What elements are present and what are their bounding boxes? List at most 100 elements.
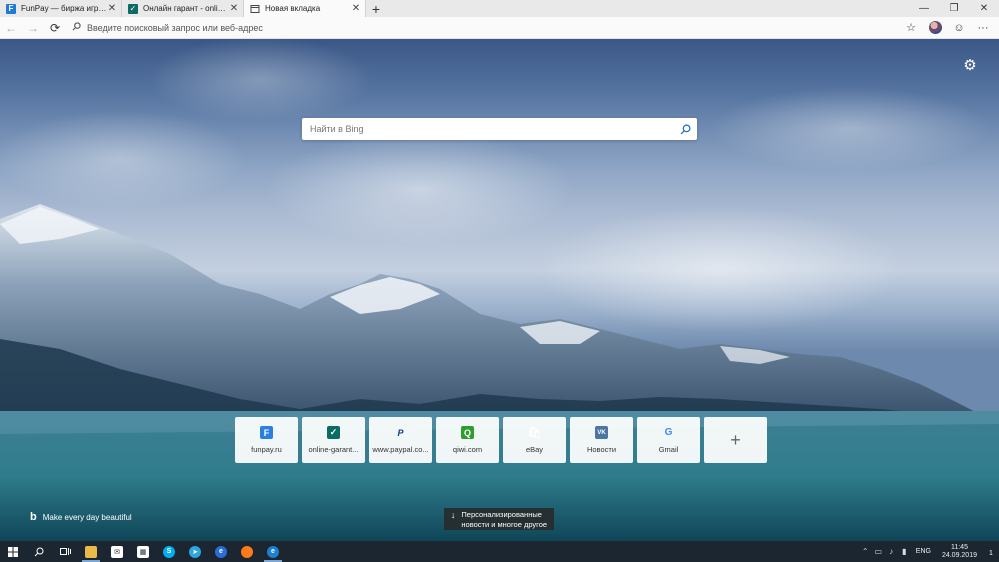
language-indicator[interactable]: ENG <box>916 548 931 555</box>
mail-icon[interactable]: ✉ <box>104 541 130 562</box>
quick-link-gmail[interactable]: G Gmail <box>637 417 700 463</box>
ebay-bag-icon: 🛍 <box>527 427 542 439</box>
tab-title: Новая вкладка <box>265 4 321 13</box>
quick-link-online-garant[interactable]: ✓ online-garant... <box>302 417 365 463</box>
online-garant-favicon-icon: ✓ <box>128 3 138 14</box>
minimize-icon[interactable]: — <box>909 0 939 17</box>
refresh-icon[interactable]: ⟳ <box>44 17 66 39</box>
store-icon[interactable]: ▦ <box>130 541 156 562</box>
plus-icon: + <box>730 429 741 450</box>
skype-icon[interactable]: S <box>156 541 182 562</box>
quick-link-funpay[interactable]: F funpay.ru <box>235 417 298 463</box>
tab-funpay[interactable]: F FunPay — биржа игровых ценностей ✕ <box>0 0 122 17</box>
folder-icon <box>85 545 97 558</box>
new-tab-favicon-icon <box>250 4 260 14</box>
quick-link-label: Gmail <box>658 445 679 454</box>
search-icon[interactable] <box>673 118 697 140</box>
envelope-icon: ✉ <box>111 545 123 558</box>
personalized-news-button[interactable]: ↓ Персонализированные новости и многое д… <box>444 508 554 530</box>
bing-tagline[interactable]: b Make every day beautiful <box>30 511 132 523</box>
bing-logo-icon: b <box>30 511 37 523</box>
edge-logo-icon: e <box>267 545 279 558</box>
task-view-icon[interactable] <box>52 541 78 562</box>
more-menu-icon[interactable]: ··· <box>971 17 995 39</box>
favorites-star-icon[interactable]: ☆ <box>899 17 923 39</box>
quick-link-label: eBay <box>525 445 544 454</box>
google-logo-icon: G <box>664 427 673 438</box>
tab-title: Онлайн гарант - online-garant.net <box>143 4 229 13</box>
quick-link-label: Новости <box>586 445 617 454</box>
funpay-logo-icon: F <box>260 426 273 439</box>
speaker-icon[interactable]: ♪ <box>885 547 898 556</box>
paypal-logo-icon: P <box>397 427 404 438</box>
tab-title: FunPay — биржа игровых ценностей <box>21 4 107 13</box>
profile-avatar[interactable] <box>923 17 947 39</box>
firefox-logo-icon <box>241 545 253 558</box>
tagline-text: Make every day beautiful <box>42 512 132 522</box>
skype-logo-icon: S <box>163 545 175 558</box>
vk-logo-icon: VK <box>595 426 608 439</box>
new-tab-button[interactable]: + <box>366 0 386 17</box>
quick-link-ebay[interactable]: 🛍 eBay <box>503 417 566 463</box>
file-explorer-icon[interactable] <box>78 541 104 562</box>
quick-link-label: qiwi.com <box>452 445 483 454</box>
back-arrow-icon[interactable]: ← <box>0 17 22 39</box>
notifications-icon[interactable]: 1 <box>983 547 999 557</box>
funpay-favicon-icon: F <box>6 3 16 14</box>
network-icon[interactable]: ▭ <box>872 547 885 556</box>
telegram-logo-icon: ➤ <box>189 545 201 558</box>
notification-count: 1 <box>989 549 993 557</box>
bing-search-input[interactable] <box>302 123 673 135</box>
new-tab-page: ⚙ F funpay.ru ✓ online-garant... P www.p… <box>0 39 999 541</box>
news-button-label: Персонализированные новости и многое дру… <box>461 510 547 530</box>
quick-link-paypal[interactable]: P www.paypal.co... <box>369 417 432 463</box>
toolbar-actions: ☆ ☺ ··· <box>899 17 995 39</box>
search-icon[interactable] <box>26 541 52 562</box>
feedback-smiley-icon[interactable]: ☺ <box>947 17 971 39</box>
quick-link-label: online-garant... <box>308 445 359 454</box>
battery-icon[interactable]: ▮ <box>898 547 911 556</box>
tab-new-tab[interactable]: Новая вкладка ✕ <box>244 0 366 17</box>
clock-date: 24.09.2019 <box>941 551 977 559</box>
windows-taskbar: ✉ ▦ S ➤ e e ⌃ ▭ ♪ ▮ ENG 11:45 24.09.2019… <box>0 541 999 562</box>
close-tab-icon[interactable]: ✕ <box>229 3 239 14</box>
browser-window: F FunPay — биржа игровых ценностей ✕ ✓ О… <box>0 0 999 562</box>
chevron-up-icon[interactable]: ⌃ <box>859 547 872 556</box>
quick-link-label: funpay.ru <box>251 445 282 454</box>
tab-strip: F FunPay — биржа игровых ценностей ✕ ✓ О… <box>0 0 999 17</box>
close-window-icon[interactable]: ✕ <box>969 0 999 17</box>
restore-icon[interactable]: ❐ <box>939 0 969 17</box>
settings-gear-icon[interactable]: ⚙ <box>963 58 977 73</box>
firefox-icon[interactable] <box>234 541 260 562</box>
close-tab-icon[interactable]: ✕ <box>107 3 117 14</box>
address-bar[interactable] <box>72 17 899 39</box>
avatar <box>928 21 942 34</box>
qiwi-logo-icon: Q <box>461 426 474 439</box>
background-landscape <box>0 204 999 541</box>
navigation-toolbar: ← → ⟳ ☆ ☺ ··· <box>0 17 999 39</box>
edge-logo-icon: e <box>215 545 227 558</box>
clock-time: 11:45 <box>950 543 968 551</box>
close-tab-icon[interactable]: ✕ <box>351 3 361 14</box>
forward-arrow-icon[interactable]: → <box>22 17 44 39</box>
bing-search-box[interactable] <box>302 118 697 140</box>
system-tray: ⌃ ▭ ♪ ▮ ENG 11:45 24.09.2019 1 <box>859 541 999 562</box>
online-garant-logo-icon: ✓ <box>327 426 340 439</box>
edge-dev-icon[interactable]: e <box>260 541 286 562</box>
quick-link-news[interactable]: VK Новости <box>570 417 633 463</box>
quick-link-label: www.paypal.co... <box>372 445 429 454</box>
search-icon <box>72 22 81 33</box>
quick-link-qiwi[interactable]: Q qiwi.com <box>436 417 499 463</box>
add-quick-link-button[interactable]: + <box>704 417 767 463</box>
news-line-2: новости и многое другое <box>461 520 548 529</box>
shopping-bag-icon: ▦ <box>137 545 149 558</box>
clock[interactable]: 11:45 24.09.2019 <box>942 544 977 560</box>
start-windows-icon[interactable] <box>0 541 26 562</box>
edge-icon[interactable]: e <box>208 541 234 562</box>
tab-online-garant[interactable]: ✓ Онлайн гарант - online-garant.net ✕ <box>122 0 244 17</box>
address-input[interactable] <box>87 22 487 33</box>
news-line-1: Персонализированные <box>461 510 542 519</box>
window-controls: — ❐ ✕ <box>909 0 999 17</box>
telegram-icon[interactable]: ➤ <box>182 541 208 562</box>
quick-links: F funpay.ru ✓ online-garant... P www.pay… <box>235 417 767 463</box>
